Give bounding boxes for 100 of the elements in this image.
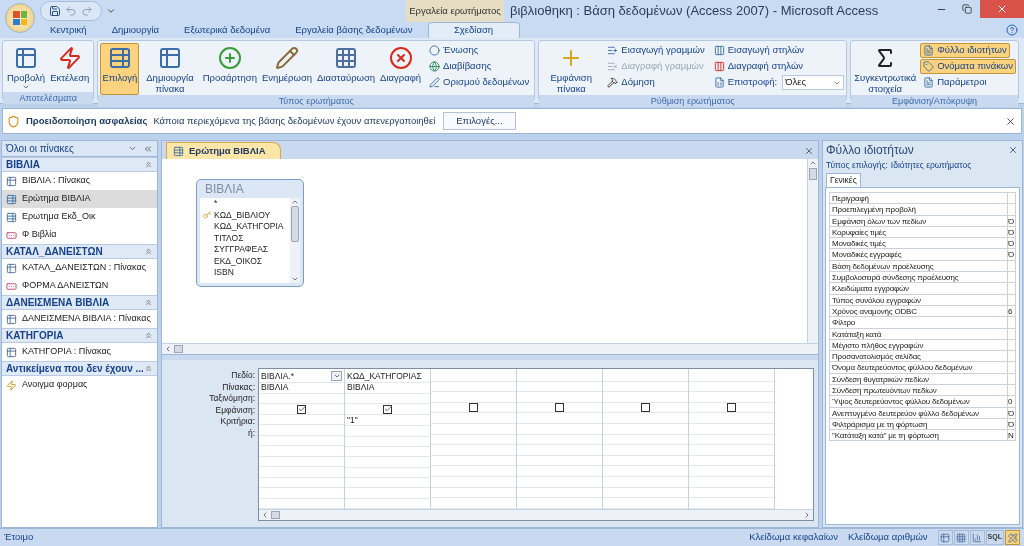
ribbon-small-button[interactable]: Εισαγωγή στηλών — [710, 43, 808, 58]
show-checkbox[interactable] — [641, 403, 650, 413]
nav-item[interactable]: ΔΑΝΕΙΣΜΕΝΑ ΒΙΒΛΙΑ : Πίνακας — [2, 310, 157, 328]
scrollbar[interactable] — [290, 198, 300, 283]
field-name[interactable]: ΚΩΔ_ΚΑΤΗΓΟΡΙΑ — [214, 220, 284, 234]
property-value[interactable]: 6 — [1007, 305, 1015, 317]
ribbon-small-button[interactable]: Διαγραφή στηλών — [710, 59, 807, 74]
field-name[interactable]: * — [214, 198, 218, 211]
ribbon-button[interactable]: Εκτέλεση — [48, 43, 92, 92]
ribbon-tab[interactable]: Εργαλεία βάσης δεδομένων — [285, 22, 423, 38]
ribbon-button[interactable]: Προσάρτηση — [200, 43, 259, 95]
view-button[interactable] — [937, 530, 953, 545]
ribbon-small-button[interactable]: Ένωσης — [426, 43, 482, 58]
property-value[interactable]: 0 — [1007, 396, 1015, 407]
ribbon-tab[interactable]: Κεντρική — [40, 22, 97, 38]
scroll-thumb[interactable] — [174, 345, 183, 353]
property-value[interactable]: Ό — [1007, 238, 1015, 249]
nav-item[interactable]: ΚΑΤΗΓΟΡΙΑ : Πίνακας — [2, 343, 157, 361]
scroll-thumb[interactable] — [271, 511, 280, 519]
ribbon-small-button[interactable]: Παράμετροι — [920, 75, 990, 90]
grid-cell[interactable]: "1" — [345, 414, 430, 427]
grid-cell[interactable]: ΒΙΒΛΙΑ — [345, 382, 430, 394]
grid-cell[interactable] — [431, 402, 516, 414]
collapse-icon[interactable] — [144, 364, 153, 373]
close-button[interactable] — [1007, 144, 1019, 156]
nav-item[interactable]: Ερωτημα Εκδ_Οικ — [2, 208, 157, 226]
show-checkbox[interactable] — [469, 403, 478, 413]
grid-cell[interactable] — [345, 404, 430, 415]
ribbon-button[interactable]: Διαγραφή — [378, 43, 424, 95]
property-value[interactable]: Ό — [1007, 407, 1015, 418]
dropdown-button[interactable] — [331, 371, 342, 382]
show-checkbox[interactable] — [555, 403, 564, 413]
field-name[interactable]: ΣΥΓΓΡΑΦΕΑΣ — [214, 243, 269, 257]
ribbon-tab[interactable]: Εξωτερικά δεδομένα — [174, 22, 281, 38]
ribbon-button[interactable]: Εμφάνιση πίνακα — [541, 43, 602, 95]
property-value[interactable]: Ό — [1007, 249, 1015, 260]
show-checkbox[interactable] — [727, 403, 736, 413]
ribbon-small-button[interactable]: Δόμηση — [604, 75, 658, 90]
options-button[interactable]: Επιλογές... — [443, 112, 516, 130]
nav-item[interactable]: ΦΟΡΜΑ ΔΑΝΕΙΣΤΩΝ — [2, 277, 157, 295]
ribbon-button[interactable]: Επιλογή — [100, 43, 140, 95]
property-value[interactable]: Ό — [1007, 226, 1015, 238]
nav-item[interactable]: Φ Βιβλία — [2, 226, 157, 244]
collapse-icon[interactable] — [144, 298, 153, 307]
show-checkbox[interactable] — [297, 404, 306, 414]
grid-cell[interactable] — [689, 402, 774, 414]
save-icon[interactable] — [49, 5, 61, 17]
field-name[interactable]: ISBN — [214, 266, 234, 280]
grid-cell[interactable] — [517, 402, 602, 414]
ribbon-small-button[interactable]: Εισαγωγή γραμμών — [604, 43, 708, 58]
scroll-thumb[interactable] — [809, 168, 817, 180]
undo-icon[interactable] — [65, 5, 77, 17]
redo-icon[interactable] — [81, 5, 93, 17]
collapse-icon[interactable] — [144, 247, 153, 256]
dropdown-icon[interactable] — [128, 144, 137, 153]
ribbon-small-button[interactable]: Ορισμού δεδομένων — [426, 75, 533, 90]
collapse-icon[interactable] — [143, 143, 153, 154]
ribbon-small-button[interactable]: Ονόματα πινάκων — [920, 59, 1016, 74]
nav-item[interactable]: ΒΙΒΛΙΑ : Πίνακας — [2, 172, 157, 190]
grid-cell[interactable] — [259, 404, 344, 415]
view-button[interactable] — [969, 530, 985, 545]
field-name[interactable]: ΕΚΔ_ΟΙΚΟΣ — [214, 254, 262, 268]
ribbon-small-button[interactable]: Επιστροφή: — [710, 75, 781, 90]
view-button[interactable] — [1005, 530, 1020, 545]
ribbon-button[interactable]: Διασταύρωση — [315, 43, 378, 95]
ribbon-button[interactable]: Ενημέρωση — [260, 43, 315, 95]
field-name[interactable]: ΚΩΔ_ΒΙΒΛΙΟΥ — [214, 208, 271, 222]
collapse-icon[interactable] — [144, 331, 153, 340]
nav-item[interactable]: Ερώτημα ΒΙΒΛΙΑ — [2, 190, 157, 208]
collapse-icon[interactable] — [144, 160, 153, 169]
property-value[interactable]: Ό — [1007, 418, 1015, 430]
grid-cell[interactable]: ΒΙΒΛΙΑ — [259, 382, 344, 394]
general-tab[interactable]: Γενικές — [826, 173, 861, 187]
ribbon-button[interactable]: Προβολή — [5, 43, 48, 92]
return-dropdown[interactable]: Όλες — [782, 75, 845, 90]
grid-cell[interactable]: ΚΩΔ_ΚΑΤΗΓΟΡΙΑΣ — [345, 371, 430, 383]
vertical-scrollbar[interactable] — [807, 159, 818, 343]
grid-cell[interactable] — [603, 402, 688, 414]
office-button[interactable] — [5, 3, 35, 33]
horizontal-scrollbar[interactable] — [259, 509, 813, 520]
ribbon-small-button[interactable]: Διαβίβασης — [426, 59, 495, 74]
ribbon-button[interactable]: Δημιουργία πίνακα — [140, 43, 200, 95]
ribbon-button[interactable]: Συγκεντρωτικά στοιχεία — [853, 43, 918, 95]
document-tab[interactable]: Ερώτημα ΒΙΒΛΙΑ — [166, 142, 281, 159]
nav-item[interactable]: Ανοιγμα φορμας — [2, 376, 157, 394]
property-value[interactable]: Ό — [1007, 215, 1015, 226]
customize-icon[interactable] — [106, 6, 116, 16]
help-icon[interactable] — [1006, 24, 1018, 36]
ribbon-small-button[interactable]: Φύλλο ιδιοτήτων — [920, 43, 1010, 58]
grid-cell[interactable]: ΒΙΒΛΙΑ.* — [259, 371, 344, 383]
view-button[interactable] — [953, 530, 969, 545]
property-value[interactable]: Ν — [1007, 430, 1015, 440]
horizontal-scrollbar[interactable] — [162, 343, 818, 354]
ribbon-tab[interactable]: Δημιουργία — [101, 22, 170, 38]
show-checkbox[interactable] — [383, 404, 392, 414]
ribbon-tab[interactable]: Σχεδίαση — [427, 22, 520, 38]
field-list-window[interactable]: ΒΙΒΛΙΑ * ΚΩΔ_ΒΙΒΛΙΟΥ ΚΩΔ_ΚΑΤΗΓΟΡΙΑ ΤΙΤΛΟΣ ΣΥΓΓΡΑΦΕΑΣ ΕΚΔ_ΟΙΚΟΣ ISBN — [196, 179, 304, 287]
nav-item[interactable]: ΚΑΤΑΛ_ΔΑΝΕΙΣΤΩΝ : Πίνακας — [2, 259, 157, 277]
field-name[interactable]: ΤΙΤΛΟΣ — [214, 231, 244, 245]
scroll-thumb[interactable] — [291, 206, 299, 242]
